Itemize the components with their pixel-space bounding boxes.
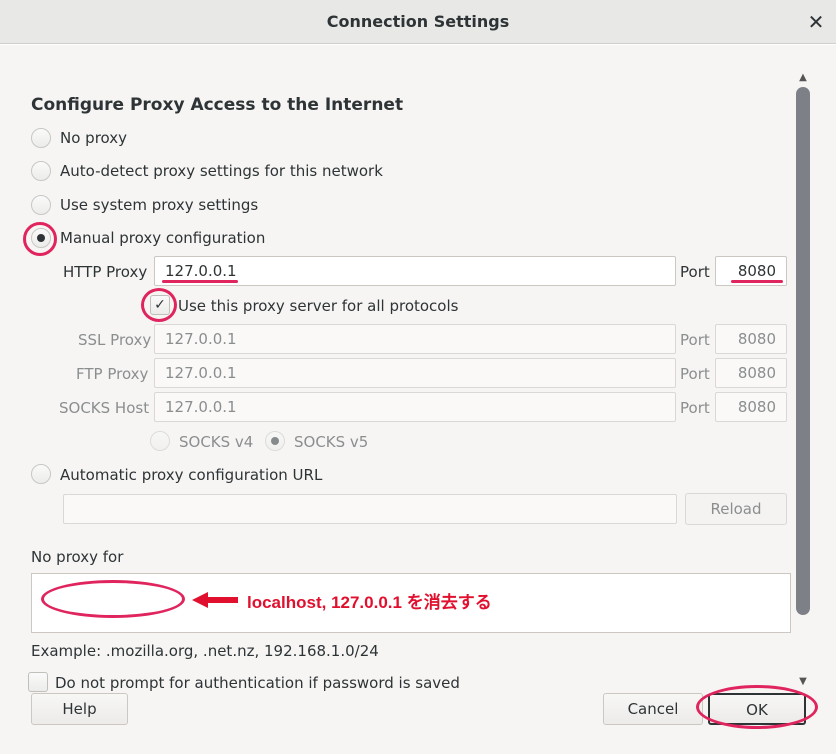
window-title: Connection Settings [326,12,510,31]
socks-v5-radio[interactable] [265,431,285,451]
cancel-button[interactable]: Cancel [603,693,703,725]
ssl-port-label: Port [680,331,710,349]
auto-config-radio[interactable] [31,464,51,484]
http-proxy-label: HTTP Proxy [63,263,148,281]
http-port-label: Port [680,263,710,281]
http-value-underline [162,280,238,283]
no-proxy-highlight-ring [41,580,185,618]
close-icon[interactable]: ✕ [804,10,828,34]
annotation-text: localhost, 127.0.0.1 を消去する [247,593,492,612]
section-heading: Configure Proxy Access to the Internet [31,95,404,115]
socks-host-label: SOCKS Host [59,399,150,417]
dialog-content: Configure Proxy Access to the Internet N… [0,45,836,754]
socks-v4-label: SOCKS v4 [179,433,254,451]
auto-config-label: Automatic proxy configuration URL [60,466,323,484]
ftp-port-input[interactable]: 8080 [715,358,787,388]
scroll-down-icon[interactable]: ▼ [796,675,810,689]
share-proxy-label: Use this proxy server for all protocols [178,297,459,315]
system-proxy-label: Use system proxy settings [60,196,259,214]
no-proxy-radio[interactable] [31,128,51,148]
ftp-proxy-label: FTP Proxy [76,365,149,383]
share-checkbox-highlight-ring [141,288,177,322]
ftp-proxy-input[interactable]: 127.0.0.1 [154,358,676,388]
auth-prompt-checkbox[interactable] [28,672,48,692]
no-proxy-label: No proxy [60,129,127,147]
no-proxy-example: Example: .mozilla.org, .net.nz, 192.168.… [31,642,379,660]
ssl-proxy-label: SSL Proxy [78,331,152,349]
no-proxy-for-label: No proxy for [31,548,124,566]
auth-prompt-label: Do not prompt for authentication if pass… [55,674,460,692]
socks-host-input[interactable]: 127.0.0.1 [154,392,676,422]
auto-config-url-input[interactable] [63,494,677,524]
scrollbar-thumb[interactable] [796,87,810,615]
manual-proxy-label: Manual proxy configuration [60,229,266,247]
socks-port-input[interactable]: 8080 [715,392,787,422]
manual-radio-highlight-ring [23,222,57,256]
scroll-up-icon[interactable]: ▲ [796,71,810,85]
reload-button[interactable]: Reload [685,493,787,525]
annotation-arrow-icon [192,592,238,608]
auto-detect-label: Auto-detect proxy settings for this netw… [60,162,383,180]
help-button[interactable]: Help [31,693,128,725]
socks-port-label: Port [680,399,710,417]
ssl-proxy-input[interactable]: 127.0.0.1 [154,324,676,354]
ftp-port-label: Port [680,365,710,383]
title-bar: Connection Settings ✕ [0,0,836,44]
auto-detect-radio[interactable] [31,161,51,181]
http-port-underline [731,280,783,283]
ssl-port-input[interactable]: 8080 [715,324,787,354]
system-proxy-radio[interactable] [31,195,51,215]
ok-button-highlight-ring [696,685,818,729]
socks-v4-radio[interactable] [150,431,170,451]
socks-v5-label: SOCKS v5 [294,433,369,451]
